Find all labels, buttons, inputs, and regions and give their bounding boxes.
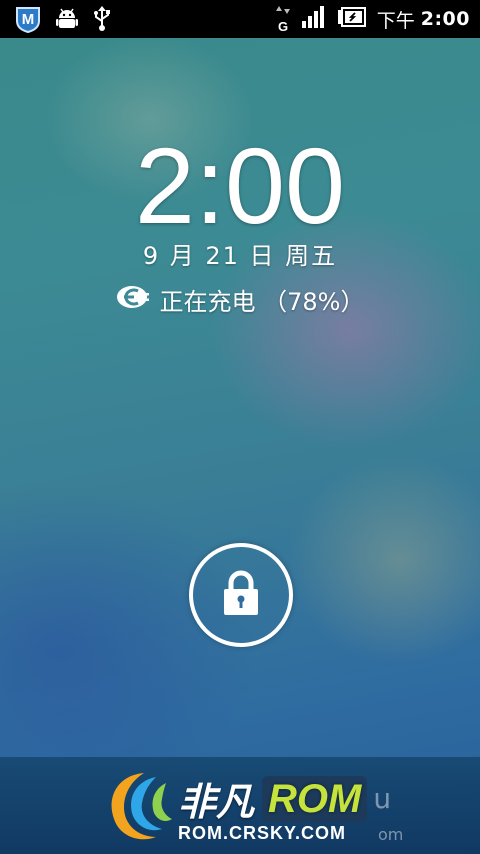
lockscreen-date: 9 月 21 日 周五 [142,242,338,270]
status-bar-system: G 下午 2:00 [275,0,470,38]
usb-icon [92,6,112,36]
charging-text: 正在充电 （78%） [159,288,365,316]
unlock-handle[interactable] [189,543,293,647]
brand-wordmark: 非凡 ROM u [178,771,391,826]
charging-plug-icon [116,285,150,315]
brand-url: ROM.CRSKY.COM [178,823,347,843]
brand-faded-text: u [373,782,392,815]
battery-charging-icon [337,7,367,31]
svg-text:M: M [22,11,35,28]
charging-status: 正在充电 （78%） [0,282,480,317]
brand-cn-text: 非凡 [178,780,255,824]
brand-url-faded: om [378,825,404,844]
status-time: 2:00 [420,8,470,30]
data-activity-icon: G [275,4,291,34]
shield-m-icon: M [14,5,42,37]
android-debug-icon [56,7,78,35]
crsky-logo-icon [104,767,176,851]
status-bar: M G 下午 2:00 [0,0,480,38]
brand-rom-text: ROM [262,775,368,822]
lockscreen-clock: 2:00 [134,125,346,246]
status-ampm: 下午 [376,9,415,32]
lock-icon [221,570,261,620]
network-type-label: G [278,19,288,34]
watermark-banner: 非凡 ROM u ROM.CRSKY.COM om [0,757,480,854]
status-bar-notifications: M [14,5,112,37]
signal-icon [301,5,327,33]
